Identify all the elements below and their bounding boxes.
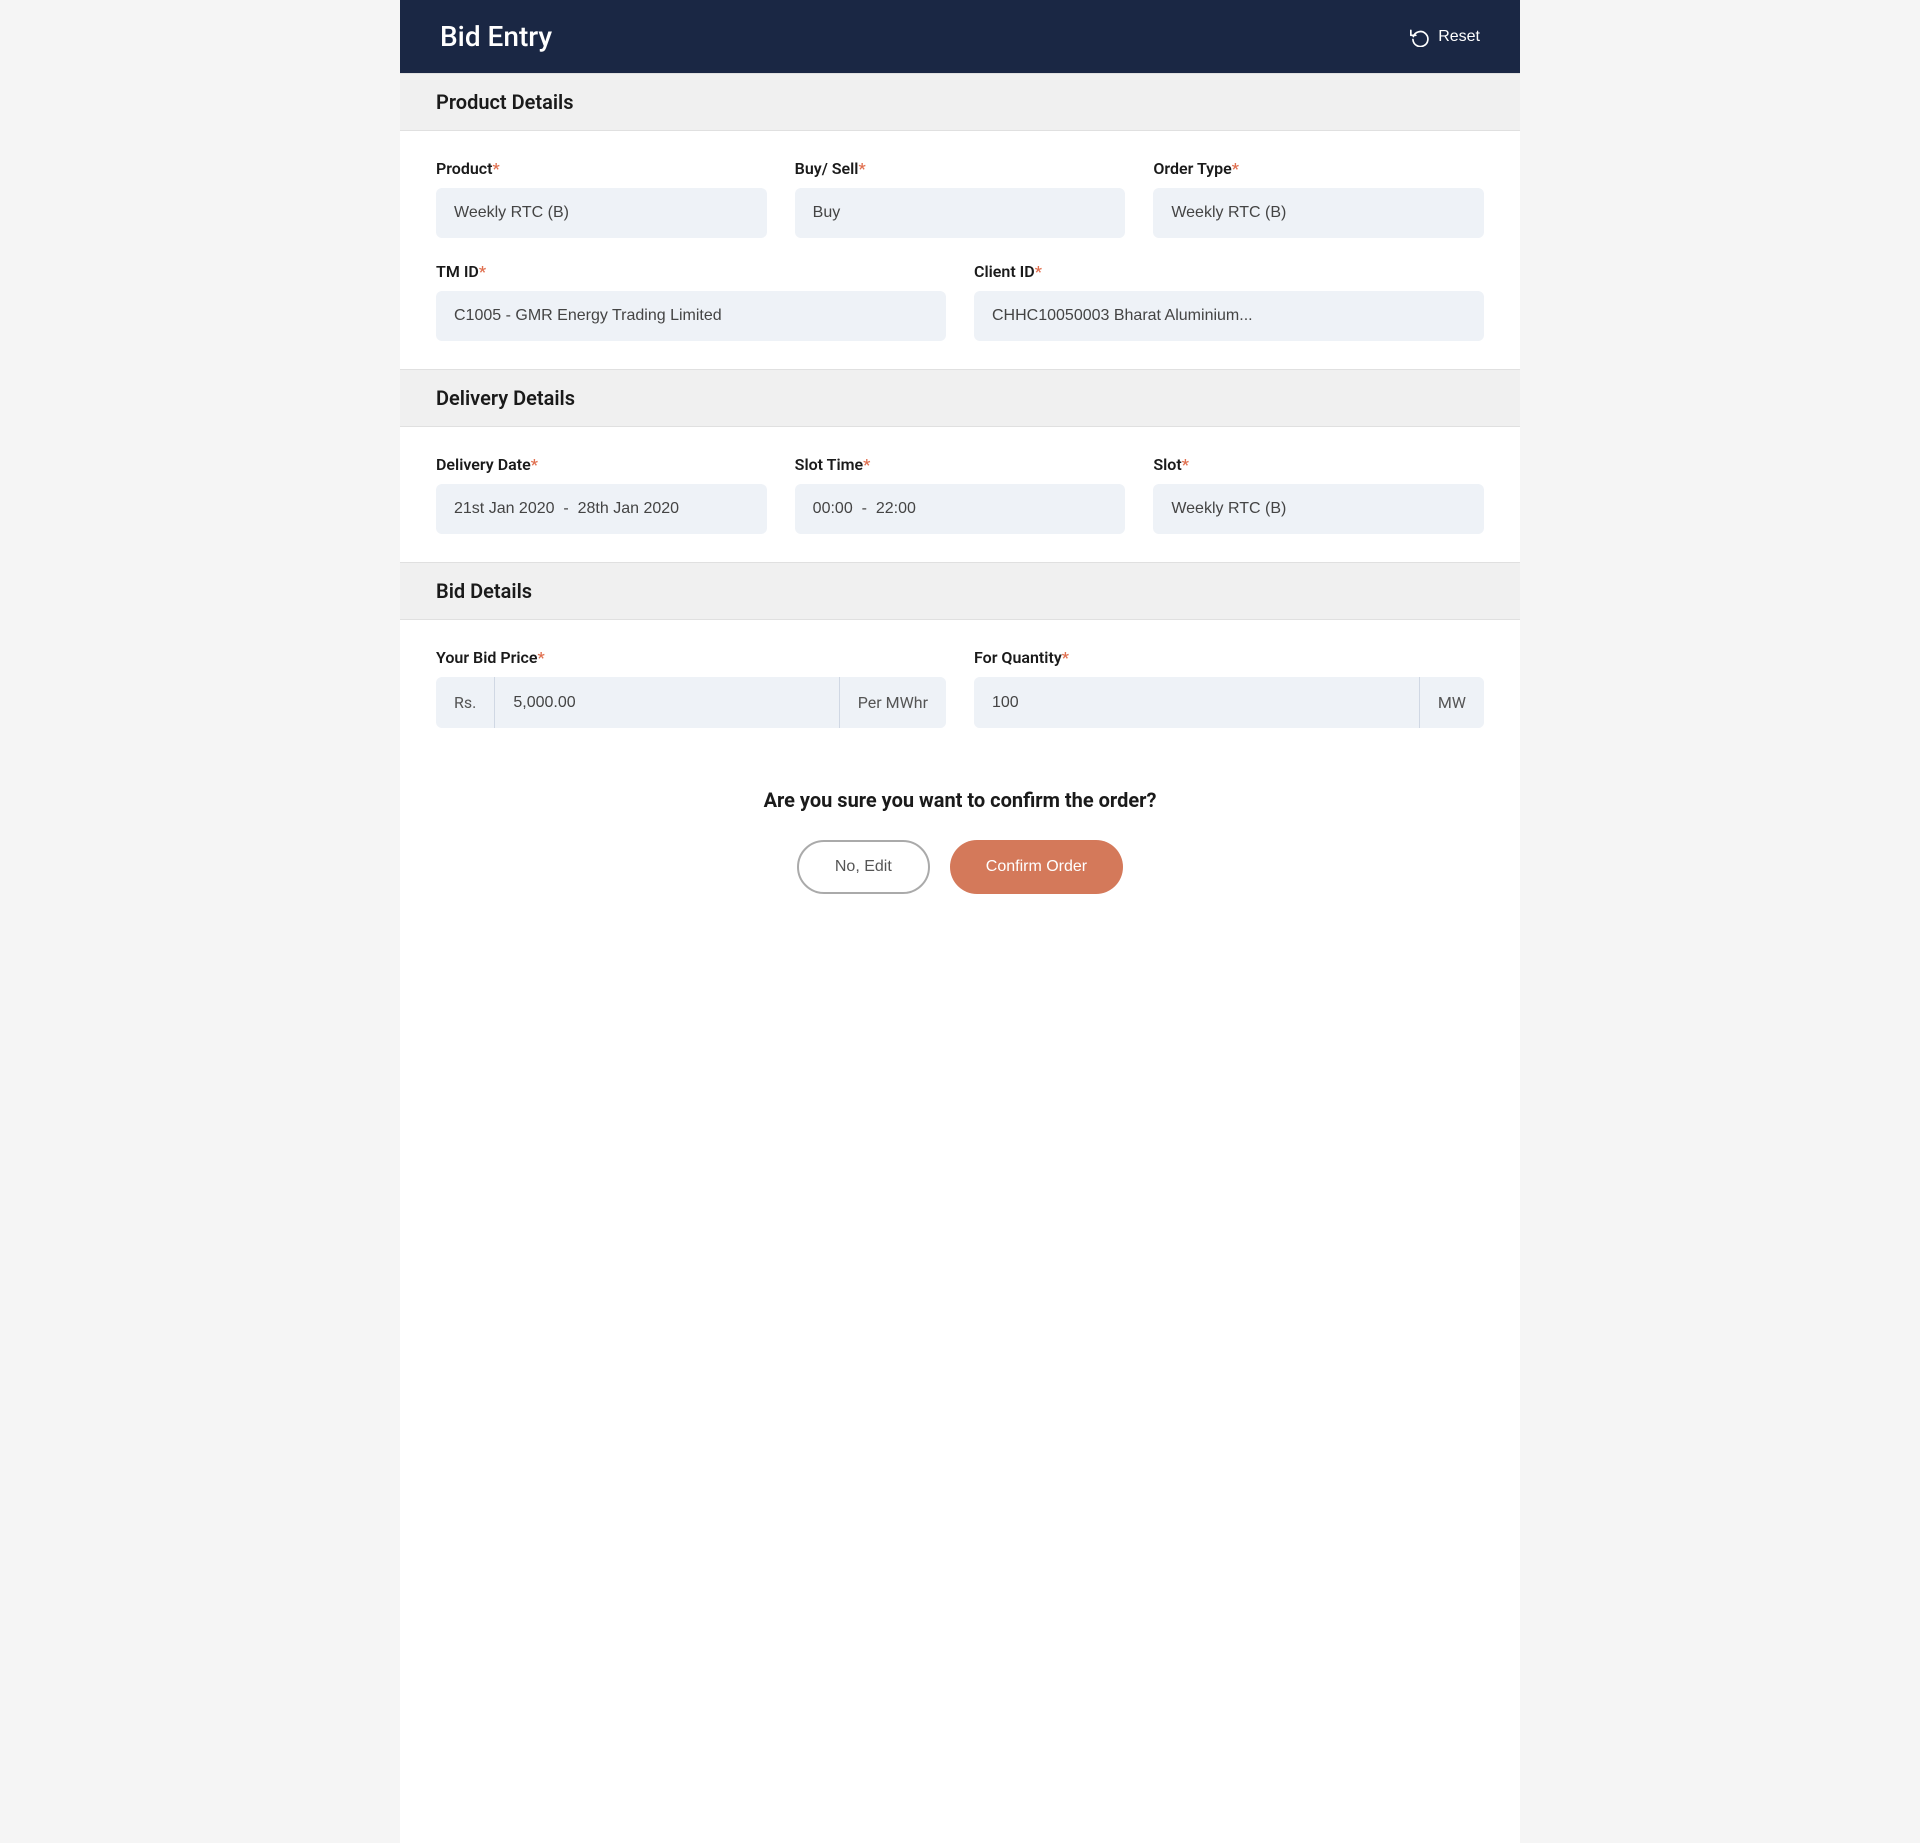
quantity-suffix: MW [1419,677,1484,728]
tm-id-label: TM ID* [436,262,946,281]
bid-price-suffix: Per MWhr [839,677,946,728]
slot-label: Slot* [1153,455,1484,474]
product-details-content: Product* Buy/ Sell* Order Type* TM [400,131,1520,369]
slot-field: Slot* [1153,455,1484,534]
delivery-date-required-star: * [531,455,538,474]
page-title: Bid Entry [440,20,552,53]
product-required-star: * [493,159,500,178]
tm-id-required-star: * [479,262,486,281]
buy-sell-required-star: * [858,159,865,178]
product-row: Product* Buy/ Sell* Order Type* [436,159,1484,238]
slot-time-label: Slot Time* [795,455,1126,474]
tm-id-input[interactable] [436,291,946,341]
slot-required-star: * [1182,455,1189,474]
quantity-input-group: MW [974,677,1484,728]
buy-sell-input[interactable] [795,188,1126,238]
delivery-row: Delivery Date* Slot Time* Slot* [436,455,1484,534]
product-label: Product* [436,159,767,178]
bid-price-prefix: Rs. [436,677,495,728]
confirm-order-button[interactable]: Confirm Order [950,840,1123,894]
order-type-required-star: * [1232,159,1239,178]
bid-price-label: Your Bid Price* [436,648,946,667]
bid-details-title: Bid Details [436,579,532,603]
confirm-question: Are you sure you want to confirm the ord… [764,788,1157,812]
bid-details-content: Your Bid Price* Rs. Per MWhr For Quantit… [400,620,1520,756]
confirm-buttons: No, Edit Confirm Order [797,840,1123,894]
delivery-date-field: Delivery Date* [436,455,767,534]
reset-icon [1410,27,1430,47]
bid-row: Your Bid Price* Rs. Per MWhr For Quantit… [436,648,1484,728]
order-type-input[interactable] [1153,188,1484,238]
slot-time-required-star: * [863,455,870,474]
slot-input[interactable] [1153,484,1484,534]
slot-time-input[interactable] [795,484,1126,534]
client-id-input[interactable] [974,291,1484,341]
bid-price-input-group: Rs. Per MWhr [436,677,946,728]
product-details-title: Product Details [436,90,574,114]
client-id-required-star: * [1035,262,1042,281]
tm-client-row: TM ID* Client ID* [436,262,1484,341]
buy-sell-label: Buy/ Sell* [795,159,1126,178]
tm-id-field: TM ID* [436,262,946,341]
bid-details-header: Bid Details [400,562,1520,620]
delivery-date-input[interactable] [436,484,767,534]
product-field: Product* [436,159,767,238]
client-id-label: Client ID* [974,262,1484,281]
no-edit-button[interactable]: No, Edit [797,840,930,894]
reset-button[interactable]: Reset [1410,27,1480,47]
bid-price-field: Your Bid Price* Rs. Per MWhr [436,648,946,728]
bid-price-required-star: * [537,648,544,667]
client-id-field: Client ID* [974,262,1484,341]
confirmation-section: Are you sure you want to confirm the ord… [400,756,1520,934]
quantity-input[interactable] [974,677,1419,728]
quantity-field: For Quantity* MW [974,648,1484,728]
quantity-label: For Quantity* [974,648,1484,667]
buy-sell-field: Buy/ Sell* [795,159,1126,238]
app-header: Bid Entry Reset [400,0,1520,73]
product-details-header: Product Details [400,73,1520,131]
order-type-label: Order Type* [1153,159,1484,178]
delivery-details-header: Delivery Details [400,369,1520,427]
delivery-date-label: Delivery Date* [436,455,767,474]
quantity-required-star: * [1062,648,1069,667]
order-type-field: Order Type* [1153,159,1484,238]
slot-time-field: Slot Time* [795,455,1126,534]
delivery-details-content: Delivery Date* Slot Time* Slot* [400,427,1520,562]
delivery-details-title: Delivery Details [436,386,575,410]
bid-price-input[interactable] [495,677,838,728]
product-input[interactable] [436,188,767,238]
